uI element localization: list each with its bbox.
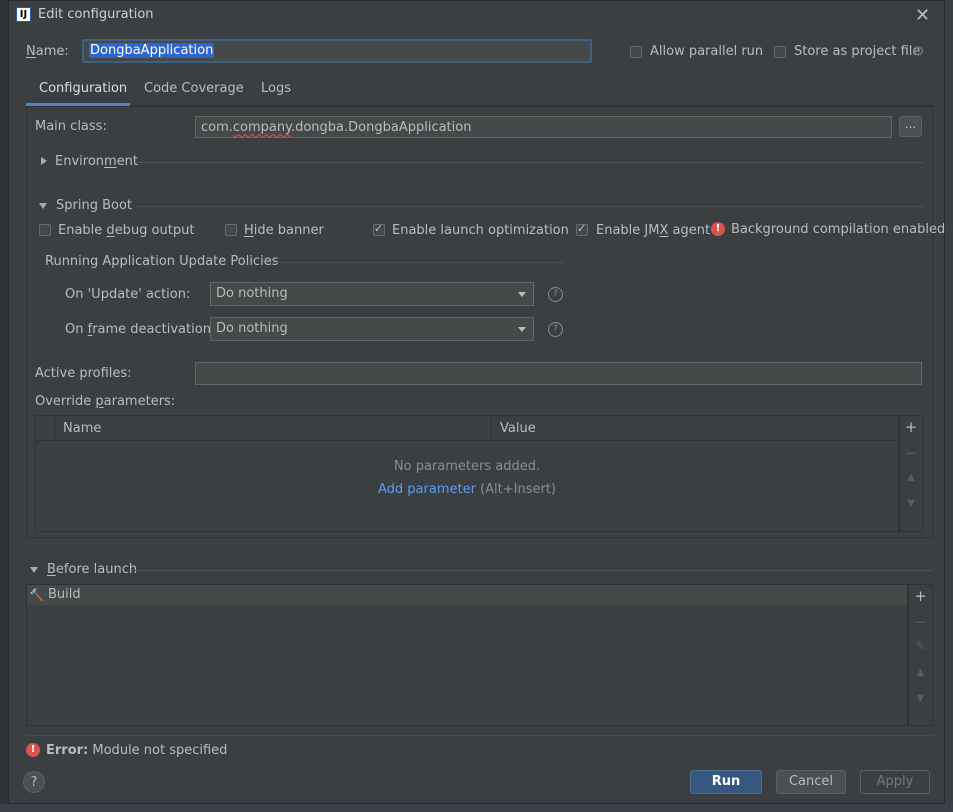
- collapse-down-icon[interactable]: [39, 203, 47, 209]
- enable-debug-output-checkbox[interactable]: [39, 224, 51, 236]
- column-separator: [491, 416, 492, 440]
- enable-launch-optimization-label[interactable]: Enable launch optimization: [392, 223, 569, 238]
- browse-main-class-button[interactable]: ...: [899, 116, 922, 137]
- active-profiles-label: Active profiles:: [35, 366, 132, 381]
- plus-icon[interactable]: +: [909, 587, 932, 605]
- hide-banner-checkbox[interactable]: [225, 224, 237, 236]
- store-project-file-label[interactable]: Store as project file: [794, 44, 920, 59]
- plus-icon[interactable]: +: [900, 418, 922, 436]
- column-separator: [54, 416, 55, 440]
- before-launch-divider: [133, 570, 932, 571]
- background-window-edge: [945, 0, 953, 812]
- run-button[interactable]: Run: [690, 770, 762, 794]
- collapse-down-icon[interactable]: [30, 567, 38, 573]
- background-window-bottom: [0, 804, 953, 812]
- hammer-icon: 🔨: [29, 588, 44, 602]
- background-compilation-status: Background compilation enabled: [731, 222, 946, 237]
- on-update-select[interactable]: Do nothing: [210, 282, 534, 306]
- expand-right-icon[interactable]: [41, 157, 47, 165]
- column-header-name[interactable]: Name: [63, 421, 101, 436]
- on-update-label: On 'Update' action:: [65, 287, 191, 302]
- cancel-button[interactable]: Cancel: [776, 770, 846, 794]
- intellij-logo-icon: IJ: [16, 7, 31, 22]
- help-icon[interactable]: ?: [548, 287, 563, 302]
- allow-parallel-checkbox[interactable]: [630, 46, 642, 58]
- main-class-prefix: com.: [201, 120, 233, 135]
- title-bar: IJ Edit configuration ✕: [9, 1, 944, 31]
- error-icon: !: [26, 743, 40, 757]
- move-up-icon[interactable]: ▲: [900, 472, 922, 483]
- list-item[interactable]: 🔨 Build: [27, 585, 907, 605]
- move-down-icon[interactable]: ▼: [909, 693, 932, 704]
- tab-logs[interactable]: Logs: [261, 81, 291, 105]
- help-button[interactable]: ?: [23, 771, 45, 793]
- add-parameter-shortcut: (Alt+Insert): [480, 482, 556, 497]
- spring-boot-divider: [136, 206, 923, 207]
- list-item-label: Build: [48, 587, 81, 602]
- name-input-value: DongbaApplication: [89, 43, 215, 58]
- window-title: Edit configuration: [38, 7, 154, 22]
- error-icon: !: [711, 222, 725, 236]
- on-frame-deactivation-label: On frame deactivation:: [65, 322, 216, 337]
- enable-jmx-agent-label[interactable]: Enable JMX agent: [596, 223, 710, 238]
- update-policies-title: Running Application Update Policies: [45, 254, 279, 269]
- gear-icon[interactable]: ⚙: [912, 44, 925, 60]
- tab-code-coverage[interactable]: Code Coverage: [144, 81, 244, 105]
- override-parameters-label: Override parameters:: [35, 394, 176, 409]
- name-input[interactable]: DongbaApplication: [82, 39, 592, 63]
- main-class-label: Main class:: [35, 119, 107, 134]
- main-class-input[interactable]: com.company.dongba.DongbaApplication: [195, 116, 892, 138]
- table-header: Name Value: [36, 416, 898, 441]
- name-label: Name:: [26, 44, 69, 59]
- store-project-file-checkbox[interactable]: [774, 46, 786, 58]
- on-update-value: Do nothing: [216, 286, 288, 301]
- error-label: Error:: [46, 743, 89, 758]
- minus-icon[interactable]: −: [909, 613, 932, 631]
- footer-divider: [26, 735, 933, 736]
- allow-parallel-label[interactable]: Allow parallel run: [650, 44, 763, 59]
- error-text: Module not specified: [92, 743, 228, 758]
- on-frame-deactivation-select[interactable]: Do nothing: [210, 317, 534, 341]
- move-up-icon[interactable]: ▲: [909, 667, 932, 678]
- before-launch-section-toggle[interactable]: Before launch: [47, 562, 137, 577]
- edit-icon[interactable]: ✎: [909, 639, 932, 654]
- on-frame-value: Do nothing: [216, 321, 288, 336]
- active-profiles-input[interactable]: [195, 362, 922, 385]
- help-icon[interactable]: ?: [548, 322, 563, 337]
- tab-configuration[interactable]: Configuration: [39, 81, 127, 105]
- chevron-down-icon: [518, 327, 526, 332]
- empty-table-message: No parameters added.: [393, 459, 541, 474]
- enable-launch-optimization-checkbox[interactable]: [373, 222, 385, 236]
- add-parameter-row: Add parameter (Alt+Insert): [36, 482, 898, 497]
- error-message: Error: Module not specified: [46, 743, 227, 758]
- column-header-value[interactable]: Value: [500, 421, 536, 436]
- policies-divider: [267, 262, 563, 263]
- enable-debug-output-label[interactable]: Enable debug output: [58, 223, 194, 238]
- edit-configuration-dialog: IJ Edit configuration ✕ Name: DongbaAppl…: [8, 0, 945, 804]
- before-launch-list: 🔨 Build: [26, 584, 908, 726]
- hide-banner-label[interactable]: Hide banner: [244, 223, 324, 238]
- environment-section-toggle[interactable]: Environment: [55, 154, 138, 169]
- before-launch-toolbar: + − ✎ ▲ ▼: [908, 584, 933, 726]
- spring-boot-section-toggle[interactable]: Spring Boot: [56, 198, 132, 213]
- minus-icon[interactable]: −: [900, 444, 922, 462]
- parameters-toolbar: + − ▲ ▼: [899, 415, 923, 532]
- close-icon[interactable]: ✕: [915, 5, 930, 26]
- environment-divider: [135, 162, 923, 163]
- enable-jmx-agent-checkbox[interactable]: [576, 222, 588, 236]
- main-class-misspelled: company: [232, 120, 291, 135]
- main-class-suffix: .dongba.DongbaApplication: [290, 120, 472, 135]
- add-parameter-link[interactable]: Add parameter: [378, 482, 476, 497]
- chevron-down-icon: [518, 292, 526, 297]
- override-parameters-table: Name Value No parameters added. Add para…: [35, 415, 899, 532]
- apply-button[interactable]: Apply: [860, 770, 930, 794]
- move-down-icon[interactable]: ▼: [900, 498, 922, 509]
